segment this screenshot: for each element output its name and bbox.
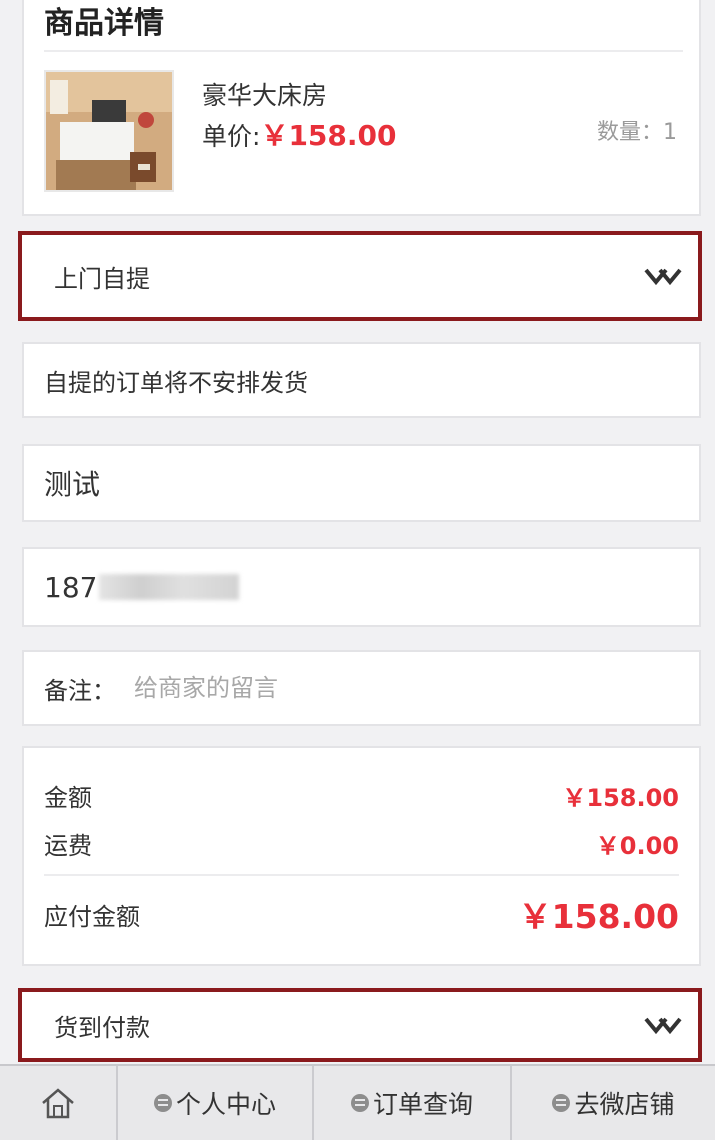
nav-home[interactable] [0, 1066, 118, 1140]
remark-input[interactable] [134, 674, 584, 702]
price-value: ￥158.00 [260, 119, 397, 152]
product-card: 商品详情 豪华大床房 单价:￥158.00 数量：1 [22, 0, 701, 216]
bottom-nav: 个人中心 订单查询 去微店铺 [0, 1064, 715, 1140]
nav-personal-center[interactable]: 个人中心 [118, 1066, 314, 1140]
amount-value: ￥158.00 [562, 784, 679, 812]
amount-row: 金额 ￥158.00 [44, 778, 679, 813]
home-icon [42, 1088, 74, 1119]
phone-value: 187 [44, 570, 98, 604]
section-title: 商品详情 [44, 6, 164, 41]
shipping-label: 运费 [44, 832, 92, 860]
menu-dot-icon [350, 1094, 369, 1112]
product-name: 豪华大床房 [202, 81, 328, 110]
nav-personal-center-label: 个人中心 [175, 1090, 276, 1119]
pickup-notice-text: 自提的订单将不安排发货 [44, 368, 308, 397]
delivery-method-select[interactable]: 上门自提 [18, 231, 702, 321]
total-value: ￥158.00 [518, 897, 679, 936]
shipping-row: 运费 ￥0.00 [44, 826, 679, 861]
room-photo [46, 72, 172, 190]
menu-dot-icon [153, 1094, 172, 1112]
divider [44, 874, 679, 876]
payment-method-value: 货到付款 [54, 1013, 150, 1042]
nav-micro-store[interactable]: 去微店铺 [512, 1066, 715, 1140]
nav-micro-store-label: 去微店铺 [574, 1090, 675, 1119]
price-label: 单价: [202, 122, 261, 151]
double-chevron-down-icon [644, 1017, 682, 1035]
menu-dot-icon [552, 1094, 571, 1112]
product-image[interactable] [44, 70, 174, 192]
nav-order-query-label: 订单查询 [372, 1090, 473, 1119]
remark-label: 备注： [44, 676, 116, 705]
delivery-method-value: 上门自提 [54, 264, 150, 293]
divider [44, 50, 683, 52]
name-field[interactable]: 测试 [22, 444, 701, 522]
unit-price: 单价:￥158.00 [202, 114, 397, 154]
payment-method-select[interactable]: 货到付款 [18, 988, 702, 1062]
remark-field: 备注： [22, 650, 701, 726]
shipping-value: ￥0.00 [595, 832, 679, 860]
double-chevron-down-icon [644, 268, 682, 286]
total-label: 应付金额 [44, 902, 140, 931]
nav-order-query[interactable]: 订单查询 [314, 1066, 512, 1140]
phone-redaction [99, 574, 240, 600]
amount-label: 金额 [44, 784, 92, 812]
order-summary: 金额 ￥158.00 运费 ￥0.00 应付金额 ￥158.00 [22, 746, 701, 966]
phone-field[interactable]: 187 [22, 547, 701, 627]
pickup-notice: 自提的订单将不安排发货 [22, 342, 701, 418]
quantity: 数量：1 [597, 120, 677, 145]
name-value: 测试 [44, 468, 101, 501]
total-row: 应付金额 ￥158.00 [44, 890, 679, 938]
